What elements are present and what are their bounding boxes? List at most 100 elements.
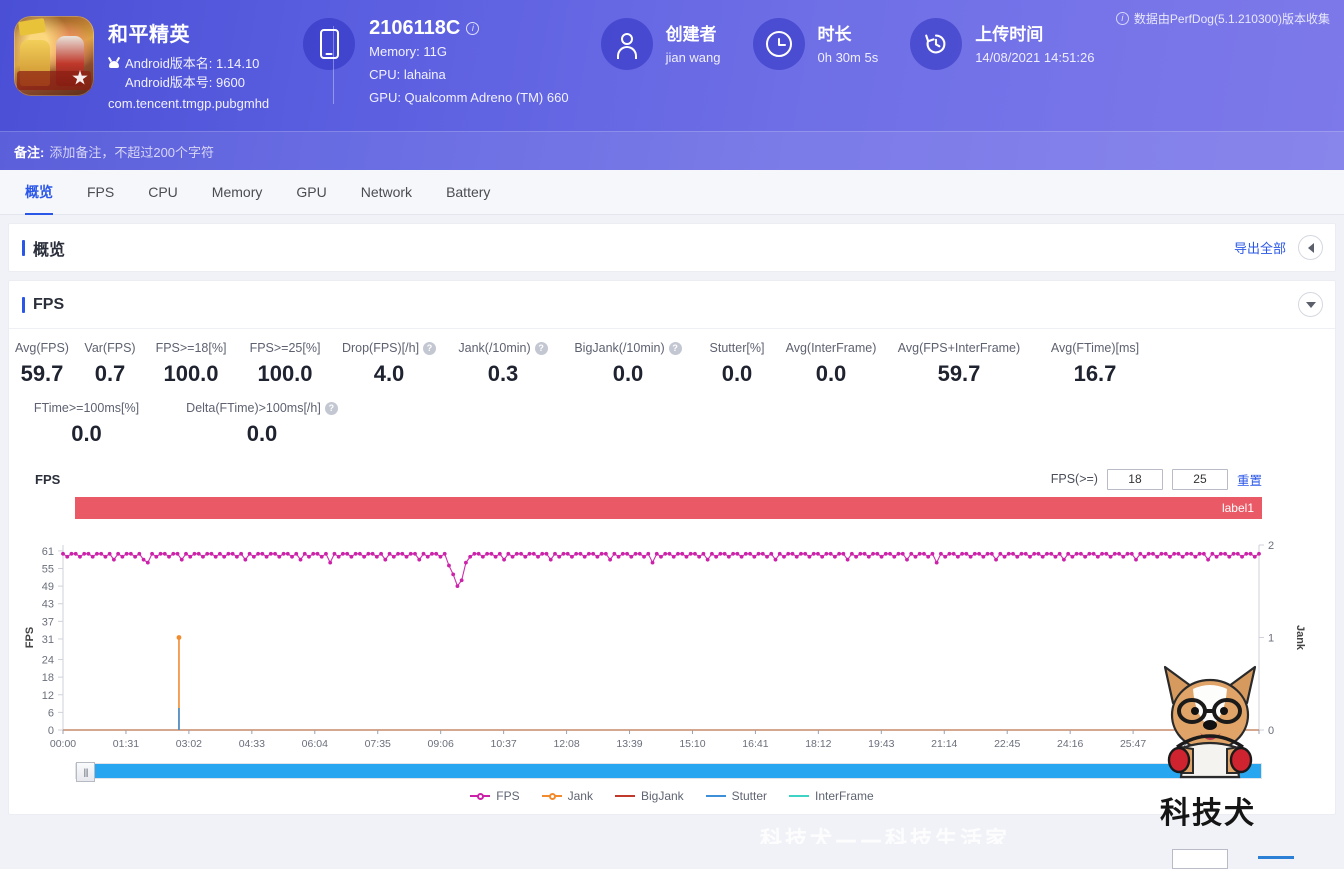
- help-icon[interactable]: ?: [325, 402, 338, 415]
- legend-label: FPS: [496, 789, 519, 803]
- overview-card: 概览 导出全部: [8, 223, 1336, 272]
- legend-label: Stutter: [732, 789, 767, 803]
- tab-memory[interactable]: Memory: [195, 170, 280, 215]
- metric-fps-ge-18: FPS>=18[%] 100.0: [145, 337, 237, 393]
- metric-avg-fps: Avg(FPS) 59.7: [9, 337, 75, 393]
- legend-swatch: [615, 795, 635, 797]
- metric-jank: Jank(/10min)? 0.3: [445, 337, 561, 393]
- info-icon[interactable]: i: [466, 22, 479, 35]
- legend-item-bigjank[interactable]: BigJank: [615, 789, 684, 803]
- metric-bigjank: BigJank(/10min)? 0.0: [561, 337, 695, 393]
- svg-text:18: 18: [42, 672, 54, 684]
- tab-battery[interactable]: Battery: [429, 170, 507, 215]
- metric-value: 0.0: [71, 421, 102, 447]
- metric-value: 4.0: [374, 361, 405, 387]
- app-package-name: com.tencent.tmgp.pubgmhd: [108, 96, 269, 111]
- app-version-name-row: Android版本名: 1.14.10: [108, 54, 269, 73]
- svg-text:01:31: 01:31: [113, 738, 139, 750]
- svg-text:03:02: 03:02: [176, 738, 202, 750]
- tab-fps[interactable]: FPS: [70, 170, 131, 215]
- app-version-code: Android版本号: 9600: [125, 73, 245, 92]
- fps-metrics: Avg(FPS) 59.7 Var(FPS) 0.7 FPS>=18[%] 10…: [9, 329, 1335, 461]
- metric-label: FTime>=100ms[%]: [34, 401, 139, 415]
- svg-text:06:04: 06:04: [302, 738, 328, 750]
- legend-swatch: [706, 795, 726, 797]
- tab-cpu[interactable]: CPU: [131, 170, 195, 215]
- next-section-peek: [0, 844, 1344, 858]
- duration-value: 0h 30m 5s: [818, 50, 879, 65]
- metric-label: Jank(/10min): [458, 341, 530, 355]
- label-band[interactable]: label1: [75, 497, 1262, 519]
- fps-chart-toolbar: FPS FPS(>=) 重置: [21, 461, 1323, 497]
- game-app-icon: [14, 16, 94, 96]
- duration-title: 时长: [818, 20, 879, 45]
- metric-value: 100.0: [163, 361, 218, 387]
- tab-network[interactable]: Network: [344, 170, 429, 215]
- metric-label: BigJank(/10min): [574, 341, 664, 355]
- metric-label: Avg(InterFrame): [786, 341, 877, 355]
- fps-card-header: FPS: [9, 281, 1335, 328]
- label-band-text: label1: [1222, 501, 1262, 515]
- upload-time-title: 上传时间: [975, 20, 1094, 45]
- legend-item-fps[interactable]: FPS: [470, 789, 519, 803]
- svg-text:1: 1: [1268, 633, 1274, 645]
- legend-swatch: [470, 795, 490, 797]
- fps-plot[interactable]: 06121824313743495561FPS012Jank00:0001:31…: [21, 537, 1323, 757]
- fps-threshold-low-input[interactable]: [1107, 469, 1163, 490]
- metric-label: Drop(FPS)[/h]: [342, 341, 419, 355]
- fps-threshold-high-input[interactable]: [1172, 469, 1228, 490]
- metric-var-fps: Var(FPS) 0.7: [75, 337, 145, 393]
- help-icon[interactable]: ?: [423, 342, 436, 355]
- chevron-down-icon: [1306, 302, 1316, 308]
- svg-text:13:39: 13:39: [616, 738, 642, 750]
- svg-text:16:41: 16:41: [742, 738, 768, 750]
- scrollbar-left-handle[interactable]: |||: [76, 762, 95, 782]
- upload-time-block: 上传时间 14/08/2021 14:51:26: [878, 14, 1094, 70]
- legend-label: Jank: [568, 789, 593, 803]
- legend-item-stutter[interactable]: Stutter: [706, 789, 767, 803]
- svg-text:22:45: 22:45: [994, 738, 1020, 750]
- legend-swatch: [789, 795, 809, 797]
- expand-down-button[interactable]: [1298, 292, 1323, 317]
- svg-text:0: 0: [1268, 725, 1274, 737]
- device-memory: Memory: 11G: [369, 40, 568, 63]
- fps-metrics-row-1: Avg(FPS) 59.7 Var(FPS) 0.7 FPS>=18[%] 10…: [9, 337, 1335, 393]
- help-icon[interactable]: ?: [669, 342, 682, 355]
- fps-metrics-row-2: FTime>=100ms[%] 0.0 Delta(FTime)>100ms[/…: [9, 393, 1335, 453]
- legend-item-interframe[interactable]: InterFrame: [789, 789, 874, 803]
- section-tabs: 概览 FPS CPU Memory GPU Network Battery: [0, 170, 1344, 215]
- svg-text:55: 55: [42, 563, 54, 575]
- note-bar[interactable]: 备注: 添加备注，不超过200个字符: [0, 131, 1344, 170]
- metric-value: 0.0: [613, 361, 644, 387]
- svg-text:49: 49: [42, 581, 54, 593]
- upload-time-value: 14/08/2021 14:51:26: [975, 50, 1094, 65]
- help-icon[interactable]: ?: [535, 342, 548, 355]
- next-input-peek[interactable]: [1172, 849, 1228, 869]
- svg-text:24:16: 24:16: [1057, 738, 1083, 750]
- tab-gpu[interactable]: GPU: [279, 170, 343, 215]
- clock-icon: [766, 31, 792, 57]
- export-all-link[interactable]: 导出全部: [1234, 238, 1286, 257]
- metric-value: 16.7: [1074, 361, 1117, 387]
- tab-overview[interactable]: 概览: [8, 170, 70, 215]
- collapse-left-button[interactable]: [1298, 235, 1323, 260]
- svg-text:43: 43: [42, 599, 54, 611]
- time-range-scrollbar[interactable]: |||: [75, 763, 1262, 779]
- overview-card-header: 概览 导出全部: [9, 224, 1335, 271]
- svg-text:12: 12: [42, 690, 54, 702]
- svg-text:10:37: 10:37: [490, 738, 516, 750]
- legend-item-jank[interactable]: Jank: [542, 789, 593, 803]
- reset-link[interactable]: 重置: [1237, 470, 1262, 489]
- svg-text:09:06: 09:06: [428, 738, 454, 750]
- note-input-placeholder[interactable]: 添加备注，不超过200个字符: [49, 142, 214, 161]
- svg-text:04:33: 04:33: [239, 738, 265, 750]
- android-icon: [108, 57, 120, 70]
- device-model: 2106118C i: [369, 17, 568, 40]
- metric-avg-interframe: Avg(InterFrame) 0.0: [779, 337, 883, 393]
- chevron-left-icon: [1308, 243, 1314, 253]
- svg-text:31: 31: [42, 634, 54, 646]
- metric-avg-ftime: Avg(FTime)[ms] 16.7: [1035, 337, 1155, 393]
- metric-value: 59.7: [21, 361, 64, 387]
- metric-avg-fps-interframe: Avg(FPS+InterFrame) 59.7: [883, 337, 1035, 393]
- metric-value: 100.0: [257, 361, 312, 387]
